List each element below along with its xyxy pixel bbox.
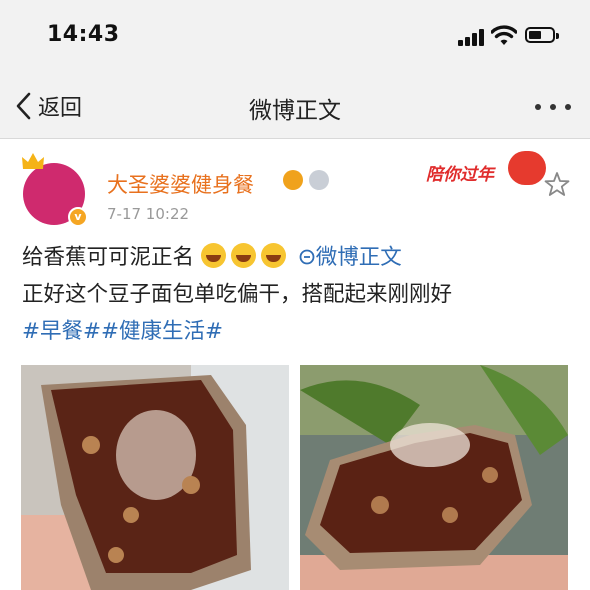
nav-bar: 返回 微博正文 bbox=[0, 74, 590, 139]
post-line-1: 给香蕉可可泥正名 微博正文 bbox=[22, 239, 572, 276]
post-text-line1: 给香蕉可可泥正名 bbox=[22, 245, 195, 270]
status-bar: 14:43 bbox=[0, 0, 590, 74]
status-time: 14:43 bbox=[47, 22, 120, 47]
post-text: 给香蕉可可泥正名 微博正文 正好这个豆子面包单吃偏干，搭配起来刚刚好 #早餐##… bbox=[22, 239, 572, 350]
promo-badge[interactable]: 陪你过年 bbox=[426, 149, 548, 193]
crown-icon bbox=[22, 153, 44, 169]
user-badges bbox=[283, 170, 329, 190]
weibo-link[interactable]: 微博正文 bbox=[298, 245, 402, 270]
username[interactable]: 大圣婆婆健身餐 bbox=[107, 169, 254, 199]
vip-crown-badge-icon[interactable] bbox=[283, 170, 303, 190]
toast-photo-1 bbox=[21, 365, 289, 590]
post-image-1[interactable] bbox=[21, 365, 289, 590]
cellular-signal-icon bbox=[458, 28, 486, 46]
hashtag-healthy-life[interactable]: #健康生活# bbox=[101, 319, 223, 344]
promo-text: 陪你过年 bbox=[426, 165, 494, 185]
post-timestamp: 7-17 10:22 bbox=[107, 205, 190, 223]
avatar-container[interactable]: v bbox=[20, 153, 90, 229]
grin-emoji-icon bbox=[200, 243, 226, 268]
link-icon bbox=[299, 249, 315, 265]
wifi-icon bbox=[491, 25, 517, 45]
medal-badge-icon[interactable] bbox=[309, 170, 329, 190]
grin-emoji-icon bbox=[260, 243, 286, 268]
battery-icon bbox=[525, 27, 559, 43]
page-title: 微博正文 bbox=[249, 98, 341, 124]
lantern-icon bbox=[508, 151, 546, 185]
verified-badge-icon: v bbox=[68, 207, 88, 227]
weibo-link-text: 微博正文 bbox=[315, 245, 402, 270]
hashtag-breakfast[interactable]: #早餐# bbox=[22, 319, 101, 344]
grin-emoji-icon bbox=[230, 243, 256, 268]
star-icon[interactable] bbox=[544, 171, 570, 197]
toast-photo-2 bbox=[300, 365, 568, 590]
post-line-3: #早餐##健康生活# bbox=[22, 313, 572, 350]
post-image-2[interactable] bbox=[300, 365, 568, 590]
more-dots-icon[interactable] bbox=[533, 96, 573, 116]
post-text-line2: 正好这个豆子面包单吃偏干，搭配起来刚刚好 bbox=[22, 282, 453, 307]
